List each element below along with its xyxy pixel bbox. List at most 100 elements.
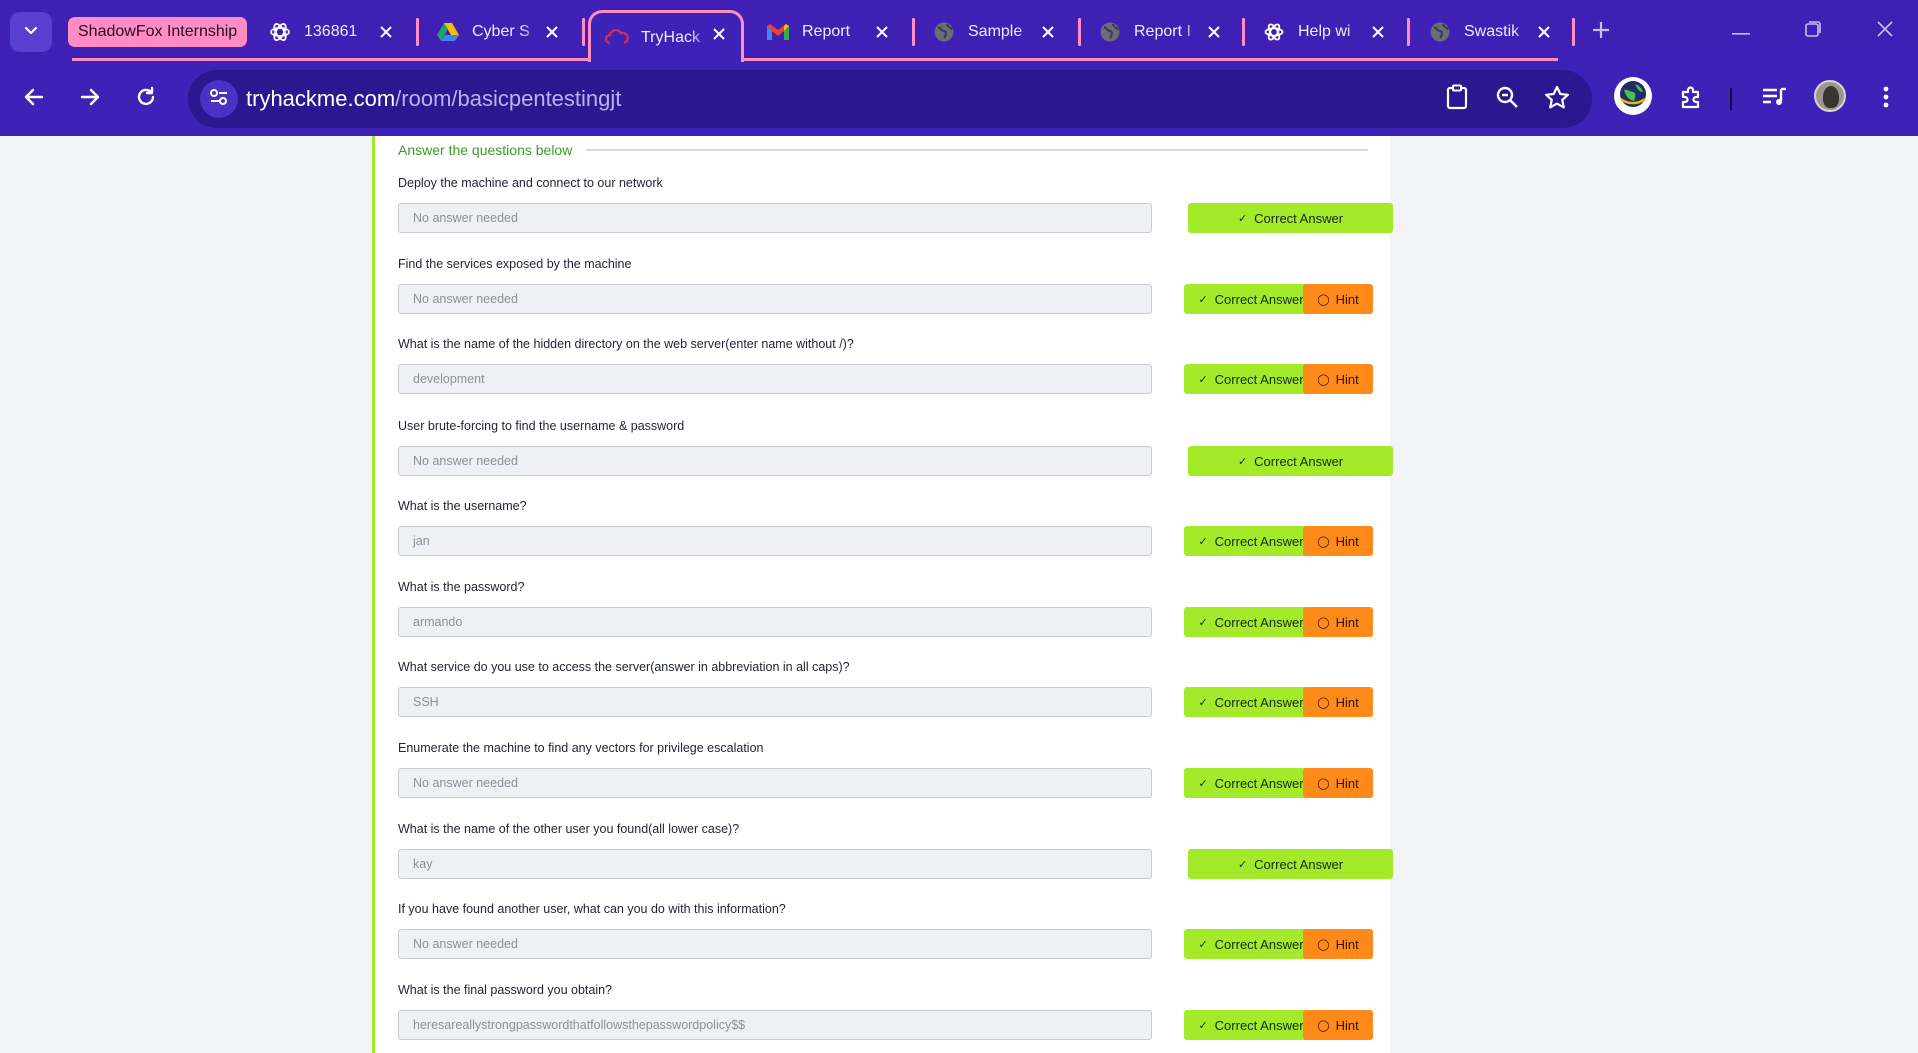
correct-answer-button[interactable]: ✓ Correct Answer xyxy=(1188,203,1393,233)
correct-answer-button[interactable]: ✓ Correct Answer xyxy=(1184,929,1318,959)
answer-field[interactable]: heresareallystrongpasswordthatfollowsthe… xyxy=(398,1010,1152,1040)
tab-help[interactable]: Help wi xyxy=(1262,12,1390,52)
correct-answer-button[interactable]: ✓ Correct Answer xyxy=(1184,687,1318,717)
tab-search-button[interactable] xyxy=(10,12,52,52)
answer-field[interactable]: No answer needed xyxy=(398,203,1152,233)
correct-answer-button[interactable]: ✓ Correct Answer xyxy=(1184,607,1318,637)
close-tab-icon[interactable] xyxy=(1036,20,1060,44)
close-tab-icon[interactable] xyxy=(1366,20,1390,44)
tab-report[interactable]: Report I xyxy=(1098,12,1226,52)
answer-field[interactable]: No answer needed xyxy=(398,284,1152,314)
globe-icon xyxy=(1098,20,1122,44)
tab-cyber[interactable]: Cyber S xyxy=(436,12,564,52)
correct-answer-button[interactable]: ✓ Correct Answer xyxy=(1184,1010,1318,1040)
answer-field[interactable]: No answer needed xyxy=(398,929,1152,959)
close-window-button[interactable] xyxy=(1862,12,1908,50)
tab-report-gmail[interactable]: Report xyxy=(766,12,894,52)
tab-title: 136861 xyxy=(304,23,358,40)
more-vertical-icon xyxy=(1883,86,1889,113)
correct-answer-button[interactable]: ✓ Correct Answer xyxy=(1188,849,1393,879)
tab-136861[interactable]: 136861 xyxy=(268,12,398,52)
correct-answer-button[interactable]: ✓ Correct Answer xyxy=(1184,284,1318,314)
hint-button[interactable]: ◯ Hint xyxy=(1303,687,1373,717)
check-icon: ✓ xyxy=(1198,293,1208,306)
close-tab-icon[interactable] xyxy=(707,22,731,46)
section-title: Answer the questions below xyxy=(398,142,573,158)
site-info-button[interactable] xyxy=(200,80,238,118)
question-block: What is the username? jan ✓ Correct Answe… xyxy=(398,497,1398,556)
hint-button[interactable]: ◯ Hint xyxy=(1303,1010,1373,1040)
correct-answer-button[interactable]: ✓ Correct Answer xyxy=(1184,768,1318,798)
forward-button[interactable] xyxy=(70,79,110,119)
tab-separator xyxy=(1407,18,1410,46)
hint-button[interactable]: ◯ Hint xyxy=(1303,768,1373,798)
reload-button[interactable] xyxy=(126,79,166,119)
new-tab-button[interactable] xyxy=(1586,17,1616,47)
answer-field[interactable]: armando xyxy=(398,607,1152,637)
close-tab-icon[interactable] xyxy=(540,20,564,44)
browser-toolbar: tryhackme.com/room/basicpentestingjt xyxy=(0,62,1918,136)
correct-label: Correct Answer xyxy=(1254,453,1344,469)
page-content: Answer the questions below Deploy the ma… xyxy=(0,136,1918,1053)
hint-button[interactable]: ◯ Hint xyxy=(1303,929,1373,959)
restore-button[interactable] xyxy=(1790,12,1836,50)
lightbulb-icon: ◯ xyxy=(1317,777,1330,790)
lightbulb-icon: ◯ xyxy=(1317,535,1330,548)
question-text: Deploy the machine and connect to our ne… xyxy=(398,176,663,190)
correct-answer-button[interactable]: ✓ Correct Answer xyxy=(1184,526,1318,556)
lightbulb-icon: ◯ xyxy=(1317,1019,1330,1032)
back-button[interactable] xyxy=(14,79,54,119)
tab-separator xyxy=(416,18,419,46)
correct-answer-button[interactable]: ✓ Correct Answer xyxy=(1184,364,1318,394)
queue-music-icon xyxy=(1761,86,1787,113)
url-text[interactable]: tryhackme.com/room/basicpentestingjt xyxy=(246,86,621,112)
question-text: What is the password? xyxy=(398,580,525,594)
question-text: What is the username? xyxy=(398,499,527,513)
hint-button[interactable]: ◯ Hint xyxy=(1303,284,1373,314)
close-tab-icon[interactable] xyxy=(1532,20,1556,44)
profile-avatar[interactable] xyxy=(1814,80,1846,112)
media-controls-button[interactable] xyxy=(1754,79,1794,119)
tab-group-chip[interactable]: ShadowFox Internship xyxy=(68,17,248,47)
correct-answer-button[interactable]: ✓ Correct Answer xyxy=(1188,446,1393,476)
answer-field[interactable]: No answer needed xyxy=(398,768,1152,798)
close-tab-icon[interactable] xyxy=(374,20,398,44)
question-block: If you have found another user, what can… xyxy=(398,900,1398,959)
tab-swastik[interactable]: Swastik xyxy=(1428,12,1556,52)
hint-label: Hint xyxy=(1335,1017,1359,1033)
chevron-down-icon xyxy=(23,22,39,43)
answer-field[interactable]: kay xyxy=(398,849,1152,879)
tab-sample[interactable]: Sample xyxy=(932,12,1060,52)
question-text: Enumerate the machine to find any vector… xyxy=(398,741,764,755)
task-card: Answer the questions below Deploy the ma… xyxy=(372,136,1393,1053)
zoom-button[interactable] xyxy=(1492,84,1522,114)
hint-button[interactable]: ◯ Hint xyxy=(1303,364,1373,394)
close-tab-icon[interactable] xyxy=(870,20,894,44)
clipboard-button[interactable] xyxy=(1442,84,1472,114)
tab-tryhackme[interactable]: TryHack xyxy=(588,10,744,62)
correct-label: Correct Answer xyxy=(1214,1017,1304,1033)
close-tab-icon[interactable] xyxy=(1202,20,1226,44)
tune-icon xyxy=(209,88,229,111)
answer-field[interactable]: development xyxy=(398,364,1152,394)
minimize-button[interactable] xyxy=(1718,12,1764,50)
globe-extension-icon xyxy=(1618,79,1648,114)
extension-globe-button[interactable] xyxy=(1614,77,1652,115)
answer-field[interactable]: No answer needed xyxy=(398,446,1152,476)
bookmark-button[interactable] xyxy=(1542,84,1572,114)
tab-title: Report xyxy=(802,23,851,40)
question-block: What is the name of the other user you f… xyxy=(398,820,1398,879)
tab-title: Sample xyxy=(968,23,1023,40)
answer-field[interactable]: jan xyxy=(398,526,1152,556)
address-bar[interactable]: tryhackme.com/room/basicpentestingjt xyxy=(188,70,1592,128)
question-block: Find the services exposed by the machine… xyxy=(398,255,1398,314)
url-host: tryhackme.com xyxy=(246,86,396,111)
menu-button[interactable] xyxy=(1866,79,1906,119)
hint-button[interactable]: ◯ Hint xyxy=(1303,526,1373,556)
hint-button[interactable]: ◯ Hint xyxy=(1303,607,1373,637)
puzzle-icon xyxy=(1679,84,1705,115)
star-icon xyxy=(1544,85,1570,114)
google-drive-icon xyxy=(436,20,460,44)
answer-field[interactable]: SSH xyxy=(398,687,1152,717)
extensions-button[interactable] xyxy=(1672,79,1712,119)
